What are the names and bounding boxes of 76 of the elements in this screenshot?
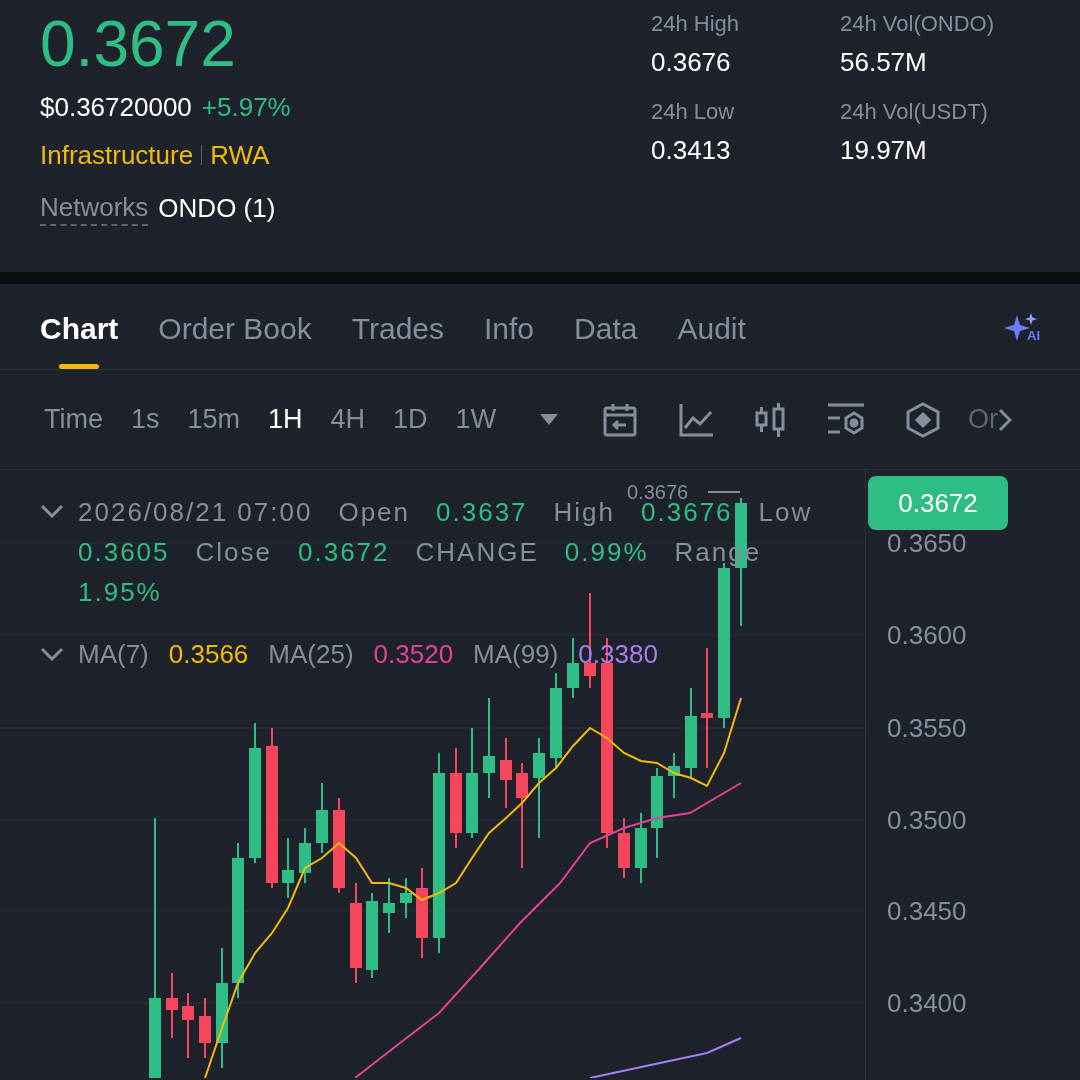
usd-price: $0.36720000 <box>40 91 192 124</box>
high-price-marker: 0.3676 <box>627 480 689 503</box>
interval-option[interactable]: 4H <box>330 399 366 440</box>
ohlc-value: 0.3637 <box>436 496 528 529</box>
stat-value: 0.3413 <box>651 134 732 166</box>
ohlc-label: Low <box>758 496 813 529</box>
interval-option[interactable]: 1W <box>455 399 497 440</box>
candlestick <box>635 812 647 884</box>
candlestick <box>199 997 211 1059</box>
high-marker-line <box>707 491 741 493</box>
candlestick <box>567 637 579 699</box>
ohlc-label: CHANGE <box>415 536 539 569</box>
candlestick <box>182 992 194 1059</box>
price-change: +5.97% <box>201 91 291 124</box>
price-axis-label: 0.3450 <box>887 896 967 926</box>
current-price-tag: 0.3672 <box>868 476 1008 530</box>
stat-value: 56.57M <box>840 46 928 78</box>
interval-option[interactable]: 1D <box>393 399 428 440</box>
ma-value: 0.3520 <box>373 638 454 671</box>
price-axis-label: 0.3400 <box>887 988 967 1018</box>
candlestick <box>668 752 680 799</box>
ma-label: MA(99) <box>473 638 559 671</box>
line-chart-icon[interactable] <box>678 401 715 438</box>
ohlc-value: 1.95% <box>78 576 162 609</box>
collapse-chevron-icon[interactable] <box>40 504 64 518</box>
price-axis-label: 0.3500 <box>887 805 967 835</box>
candlestick <box>299 827 311 884</box>
toolbar-more-text[interactable]: Or <box>968 399 999 440</box>
tab[interactable]: Audit <box>677 283 746 370</box>
price-axis-label: 0.3550 <box>887 713 967 743</box>
price-axis-label: 0.3650 <box>887 528 967 558</box>
candlestick <box>383 877 395 934</box>
interval-option[interactable]: Time <box>44 399 103 440</box>
ohlc-label: Open <box>338 496 411 529</box>
ohlc-value: 0.3672 <box>298 536 390 569</box>
tab[interactable]: Data <box>574 283 638 370</box>
ohlc-label: High <box>553 496 616 529</box>
stat-label: 24h Vol(USDT) <box>840 98 989 126</box>
ma-label: MA(25) <box>268 638 354 671</box>
interval-option[interactable]: 1s <box>131 399 160 440</box>
stat-label: 24h High <box>651 10 741 38</box>
tab[interactable]: Info <box>484 283 535 370</box>
candlestick <box>282 837 294 899</box>
last-price: 0.3672 <box>40 8 237 80</box>
networks-value: ONDO (1) <box>158 192 276 225</box>
candlestick <box>316 782 328 854</box>
chevron-right-icon[interactable] <box>998 407 1013 432</box>
candlestick-icon[interactable] <box>754 401 787 438</box>
tab[interactable]: Order Book <box>158 283 312 370</box>
price-axis-label: 0.3600 <box>887 620 967 650</box>
candlestick <box>618 817 630 879</box>
collapse-chevron-icon[interactable] <box>40 647 64 661</box>
calendar-icon[interactable] <box>602 401 639 438</box>
ohlc-value: 0.3605 <box>78 536 170 569</box>
interval-option[interactable]: 1H <box>268 399 303 440</box>
candlestick <box>400 877 412 919</box>
tab[interactable]: Trades <box>351 283 444 370</box>
ohlc-label: 2026/08/21 07:00 <box>78 496 313 529</box>
tab[interactable]: Chart <box>40 283 119 370</box>
caret-icon[interactable] <box>540 413 559 426</box>
candlestick <box>500 737 512 809</box>
stat-label: 24h Low <box>651 98 736 126</box>
hexagon-icon[interactable] <box>906 401 941 438</box>
category-tag[interactable]: RWA <box>210 138 270 172</box>
candlestick <box>166 972 178 1039</box>
category-tag[interactable]: Infrastructure <box>40 138 194 172</box>
interval-option[interactable]: 15m <box>187 399 241 440</box>
stat-value: 19.97M <box>840 134 928 166</box>
ma-label: MA(7) <box>78 638 149 671</box>
ai-button[interactable]: AI <box>1001 310 1040 343</box>
ma-value: 0.3566 <box>168 638 249 671</box>
networks-label[interactable]: Networks <box>40 190 149 226</box>
ohlc-value: 0.99% <box>564 536 649 569</box>
stat-value: 0.3676 <box>651 46 732 78</box>
stat-label: 24h Vol(ONDO) <box>840 10 996 38</box>
ohlc-label: Close <box>195 536 272 569</box>
